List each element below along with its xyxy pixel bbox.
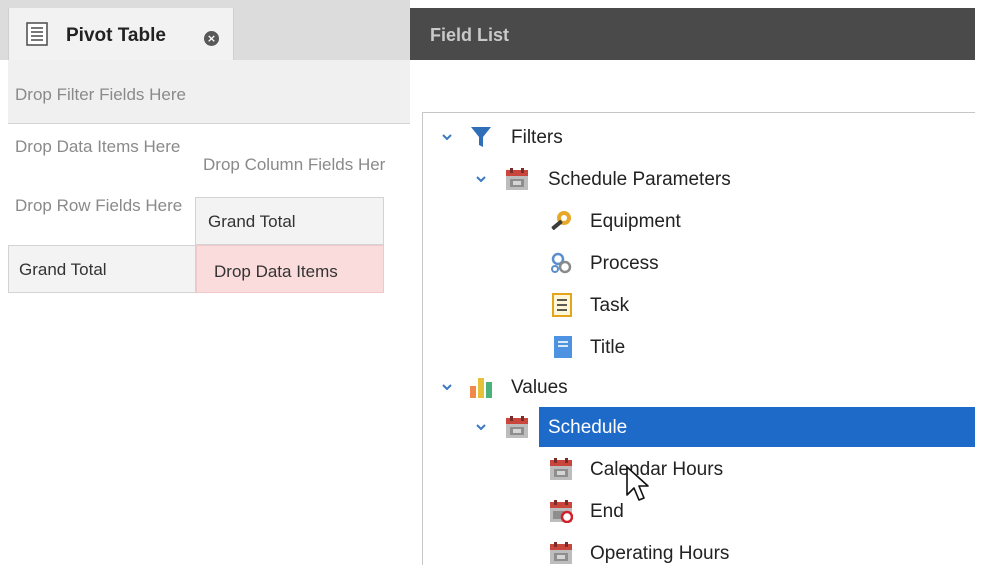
tab-pivot-table[interactable]: Pivot Table × bbox=[8, 8, 234, 60]
data-items-drop-zone[interactable]: Drop Data Items Here bbox=[15, 135, 185, 159]
chevron-down-icon[interactable] bbox=[441, 381, 453, 393]
tree-node-operating-hours[interactable]: Operating Hours bbox=[423, 533, 975, 565]
data-items-drop-cell[interactable]: Drop Data Items bbox=[196, 245, 384, 293]
tree-node-label: Filters bbox=[511, 127, 563, 148]
grand-total-row-header: Grand Total bbox=[8, 245, 196, 293]
calendar-icon bbox=[550, 542, 572, 564]
tree-node-filters[interactable]: Filters bbox=[423, 117, 975, 157]
tree-node-label: End bbox=[590, 501, 624, 522]
gears-icon bbox=[551, 252, 572, 274]
close-icon[interactable]: × bbox=[204, 31, 219, 46]
tab-bar: Pivot Table × bbox=[0, 0, 410, 60]
chevron-down-icon[interactable] bbox=[475, 421, 487, 433]
field-list-header: Field List bbox=[410, 8, 975, 60]
tree-node-equipment[interactable]: Equipment bbox=[423, 201, 975, 241]
app-window: Pivot Table × Drop Filter Fields Here Dr… bbox=[0, 0, 995, 565]
tree-node-task[interactable]: Task bbox=[423, 285, 975, 325]
calendar-icon bbox=[550, 458, 572, 480]
wrench-gear-icon bbox=[551, 211, 571, 230]
field-tree: Filters Schedule Parameters Equipment Pr… bbox=[422, 112, 975, 565]
tree-node-label: Schedule bbox=[548, 417, 628, 438]
checklist-icon bbox=[552, 293, 572, 317]
field-list-toolbar bbox=[410, 60, 975, 112]
pivot-table-panel: Pivot Table × Drop Filter Fields Here Dr… bbox=[0, 0, 410, 565]
calendar-end-icon bbox=[550, 500, 573, 523]
filter-drop-zone[interactable]: Drop Filter Fields Here bbox=[8, 60, 410, 124]
tree-node-values[interactable]: Values bbox=[423, 367, 975, 407]
tree-node-process[interactable]: Process bbox=[423, 243, 975, 283]
tree-node-label: Equipment bbox=[590, 211, 681, 232]
text-lines-icon bbox=[554, 336, 572, 358]
grand-total-column-header: Grand Total bbox=[195, 197, 384, 245]
column-fields-drop-zone[interactable]: Drop Column Fields Her bbox=[203, 155, 385, 175]
tree-node-label: Values bbox=[511, 377, 568, 398]
filter-drop-zone-label: Drop Filter Fields Here bbox=[15, 85, 186, 104]
tree-node-end[interactable]: End bbox=[423, 491, 975, 531]
data-cell-label: Drop Data Items bbox=[214, 262, 338, 281]
calendar-icon bbox=[506, 416, 528, 438]
funnel-icon bbox=[471, 127, 491, 147]
tree-node-schedule[interactable]: Schedule bbox=[423, 407, 975, 447]
row-fields-drop-zone[interactable]: Drop Row Fields Here bbox=[15, 194, 185, 218]
tree-node-label: Process bbox=[590, 253, 659, 274]
grand-total-column-label: Grand Total bbox=[208, 212, 296, 231]
tree-node-label: Title bbox=[590, 337, 626, 358]
tab-title: Pivot Table bbox=[66, 25, 166, 46]
tree-node-label: Task bbox=[590, 295, 630, 316]
calendar-icon bbox=[506, 168, 528, 190]
tree-node-label: Operating Hours bbox=[590, 543, 730, 564]
tree-node-schedule-parameters[interactable]: Schedule Parameters bbox=[423, 159, 975, 199]
grand-total-row-label: Grand Total bbox=[19, 260, 107, 279]
tree-node-title[interactable]: Title bbox=[423, 327, 975, 367]
list-document-icon bbox=[26, 22, 48, 46]
tree-node-label: Schedule Parameters bbox=[548, 169, 731, 190]
chevron-down-icon[interactable] bbox=[475, 173, 487, 185]
bar-chart-icon bbox=[470, 378, 492, 398]
chevron-down-icon[interactable] bbox=[441, 131, 453, 143]
field-list-title: Field List bbox=[430, 25, 510, 45]
tree-node-calendar-hours[interactable]: Calendar Hours bbox=[423, 449, 975, 489]
tree-node-label: Calendar Hours bbox=[590, 459, 724, 480]
